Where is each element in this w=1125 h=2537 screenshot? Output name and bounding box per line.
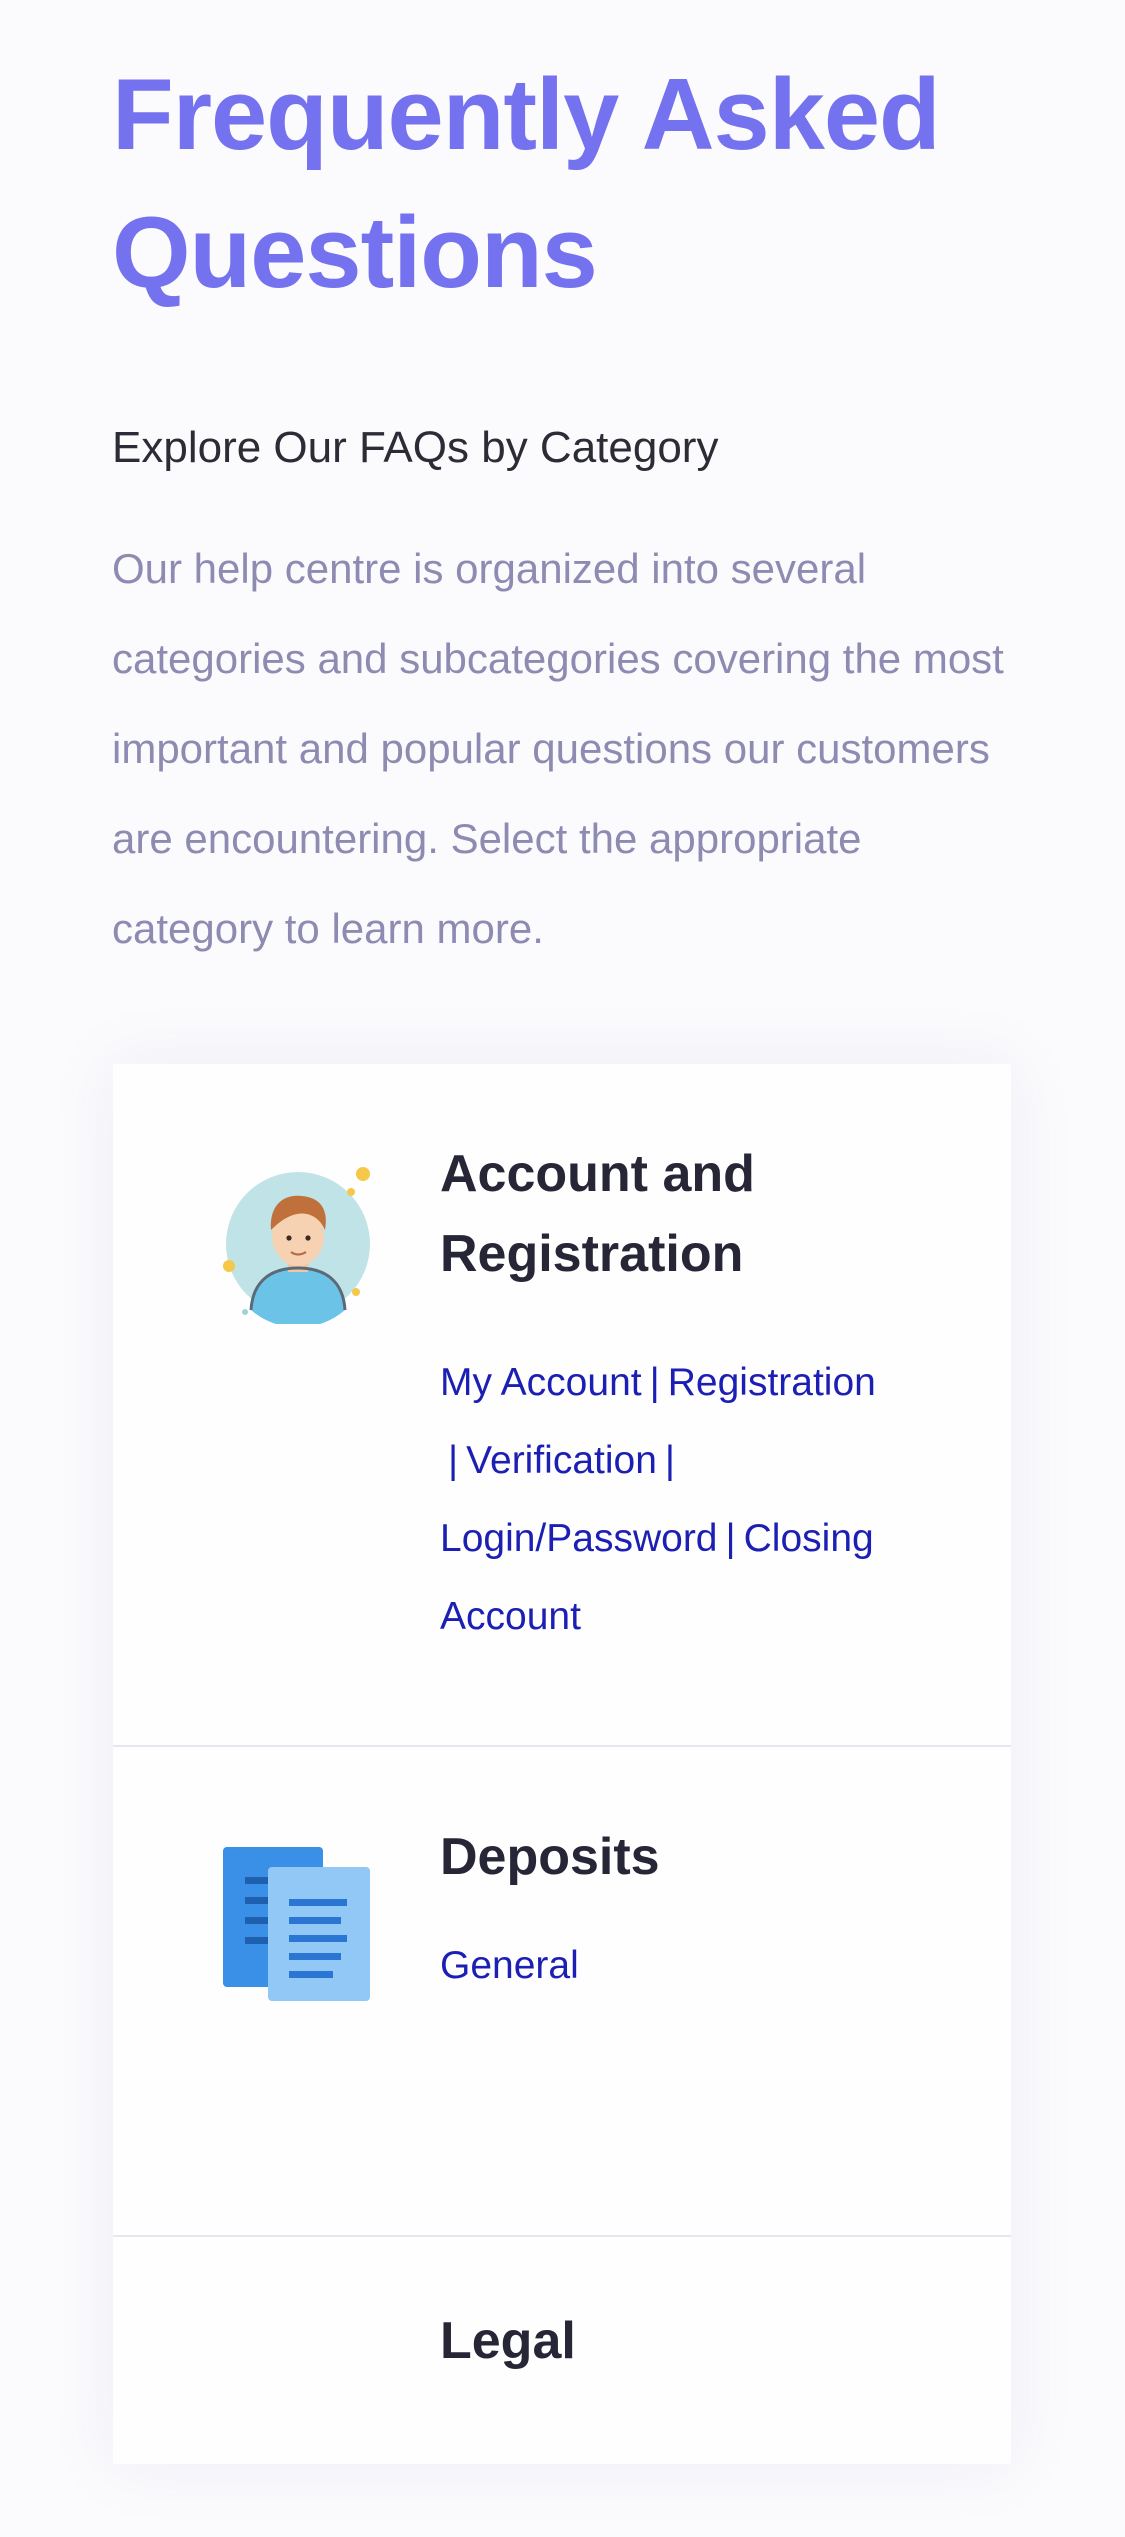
link-my-account[interactable]: My Account (440, 1361, 642, 1404)
category-card-legal: Legal (113, 2237, 1011, 2537)
category-title: Deposits (440, 1828, 660, 1886)
link-separator: | (649, 1361, 660, 1404)
link-separator: | (448, 1439, 459, 1482)
link-separator: | (664, 1439, 676, 1482)
category-card-deposits: Deposits General (113, 1747, 1011, 2237)
section-intro: Our help centre is organized into severa… (112, 545, 1004, 952)
category-links: My Account | Registration | Verification | L… (440, 1344, 940, 1656)
link-registration[interactable]: Registration (668, 1361, 876, 1404)
category-list: Account and Registration My Account | Regi… (113, 1064, 1011, 2464)
faq-page: Frequently Asked Questions Explore Our F… (0, 0, 1125, 2464)
category-links: General (440, 1927, 940, 2005)
category-card-account: Account and Registration My Account | Regi… (113, 1064, 1011, 1747)
link-login-password[interactable]: Login/Password (440, 1517, 718, 1560)
section-subheading: Explore Our FAQs by Category (112, 423, 719, 472)
category-title: Legal (440, 2312, 576, 2370)
page-title: Frequently Asked Questions (112, 59, 941, 309)
user-avatar-icon (223, 1164, 373, 1328)
link-general[interactable]: General (440, 1944, 579, 1987)
link-verification[interactable]: Verification (466, 1439, 657, 1482)
category-title: Account and Registration (440, 1145, 755, 1283)
link-separator: | (725, 1517, 736, 1560)
documents-icon (223, 1847, 373, 2007)
